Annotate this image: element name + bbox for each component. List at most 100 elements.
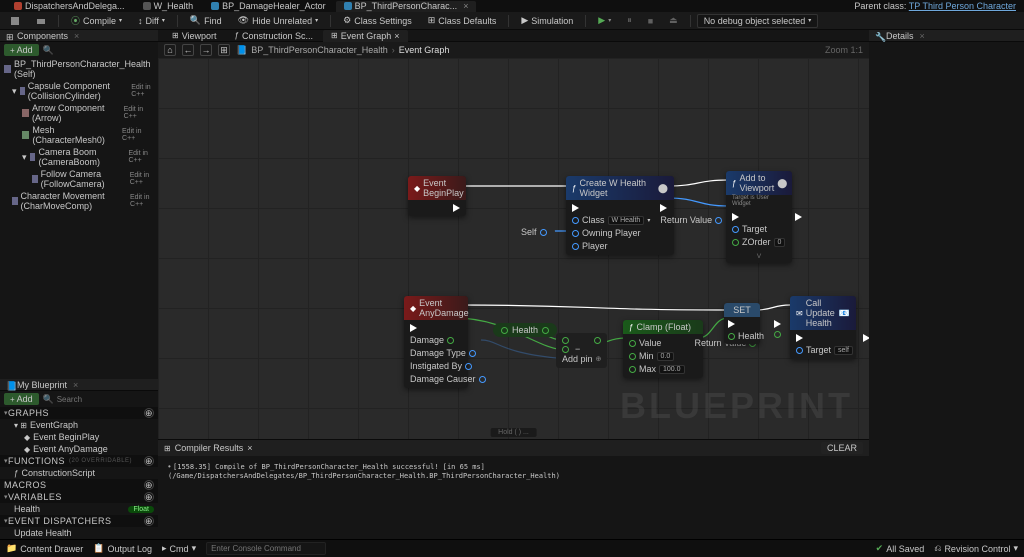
section-graphs[interactable]: ▾ GRAPHS⊕ [0,407,158,419]
breakpoint-icon[interactable]: ⬤ [658,183,668,194]
node-add-to-viewport[interactable]: ƒ Add to Viewport⬤ Target is User Widget… [726,171,792,263]
node-subtract[interactable]: − Add pin ⊕ [556,333,607,368]
find-button[interactable]: 🔍Find [184,13,228,28]
node-self-ref[interactable]: Self [513,225,555,239]
add-macro-button[interactable]: ⊕ [144,480,154,490]
compiler-results-panel: ⊞ Compiler Results× CLEAR • [1558.35] Co… [158,439,869,539]
details-panel-tab[interactable]: 🔧Details× [869,30,1024,42]
close-icon[interactable]: × [920,31,925,41]
constructionscript-row[interactable]: ƒ ConstructionScript [0,467,158,479]
add-function-button[interactable]: ⊕ [144,456,154,466]
parent-class-label: Parent class: TP Third Person Character [854,1,1016,11]
component-row[interactable]: Arrow Component (Arrow)Edit in C++ [0,102,158,124]
nav-fwd-button[interactable]: → [200,44,212,56]
section-macros[interactable]: MACROS⊕ [0,479,158,491]
search-icon: 🔍 [43,45,53,55]
node-event-anydamage[interactable]: ◆ Event AnyDamage Damage Damage Type Ins… [404,296,468,388]
file-tab[interactable]: BP_ThirdPersonCharac... × [336,1,477,12]
expand-icon[interactable]: ˅ [726,251,792,263]
node-create-widget[interactable]: ƒ Create W Health Widget⬤ ClassW Health▾… [566,176,674,255]
eventgraph-row[interactable]: ▾ ⊞ EventGraph [0,419,158,431]
node-event-beginplay[interactable]: ◆ Event BeginPlay [408,176,466,216]
myblueprint-panel-tab[interactable]: 📘My Blueprint× [0,379,158,391]
file-tab[interactable]: BP_DamageHealer_Actor [203,1,334,12]
myblueprint-search-input[interactable] [57,395,167,404]
graph-subtabs: ⊞ Viewport ƒ Construction Sc... ⊞ Event … [158,30,869,42]
nav-icon[interactable]: ⊞ [218,44,230,56]
class-defaults-button[interactable]: ⊞Class Defaults [422,13,503,28]
component-row[interactable]: Mesh (CharacterMesh0)Edit in C++ [0,124,158,146]
diff-button[interactable]: ↕Diff▾ [132,14,171,28]
component-row[interactable]: BP_ThirdPersonCharacter_Health (Self) [0,58,158,80]
eventgraph-tab[interactable]: ⊞ Event Graph× [323,30,408,42]
pause-button[interactable]: ⏸ [621,13,638,28]
clear-button[interactable]: CLEAR [821,442,863,454]
close-icon[interactable]: × [394,31,399,41]
class-settings-button[interactable]: ⚙Class Settings [337,13,418,28]
parent-class-link[interactable]: TP Third Person Character [909,1,1016,11]
variable-health-row[interactable]: HealthFloat [0,503,158,515]
compiler-results-tab[interactable]: ⊞ Compiler Results× CLEAR [158,440,869,456]
add-graph-button[interactable]: ⊕ [144,408,154,418]
eject-button[interactable]: ⏏ [663,13,684,28]
section-functions[interactable]: ▾ FUNCTIONS(20 OVERRIDABLE)⊕ [0,455,158,467]
all-saved-indicator[interactable]: ✔ All Saved [876,543,925,554]
play-button[interactable]: ▶▾ [592,13,617,28]
components-panel-tab[interactable]: ⊞Components× [0,30,158,42]
add-variable-button[interactable]: ⊕ [144,492,154,502]
graph-canvas[interactable]: ◆ Event BeginPlay ƒ Create W Health Widg… [158,58,869,439]
stop-button[interactable]: ■ [642,14,659,28]
cmd-button[interactable]: ▸ Cmd ▾ [162,543,196,554]
node-call-update-health[interactable]: ✉ Call Update Health📧 Targetself [790,296,856,359]
variable-type-pill[interactable]: Float [128,506,154,513]
canvas-hint: Hold ( ) ... [490,428,537,437]
component-row[interactable]: Character Movement (CharMoveComp)Edit in… [0,190,158,212]
revision-control-button[interactable]: ⎌ Revision Control ▾ [934,543,1018,554]
add-component-button[interactable]: + Add [4,44,39,56]
event-anydamage-row[interactable]: ◆ Event AnyDamage [0,443,158,455]
components-search-input[interactable] [57,46,167,55]
close-icon[interactable]: × [73,380,78,390]
content-drawer-button[interactable]: 📁 Content Drawer [6,543,83,554]
construction-tab[interactable]: ƒ Construction Sc... [227,30,321,42]
graph-breadcrumb: ⌂ ← → ⊞ 📘 BP_ThirdPersonCharacter_Health… [158,42,869,58]
hide-unrelated-button[interactable]: 👁Hide Unrelated▾ [232,13,325,28]
event-beginplay-row[interactable]: ◆ Event BeginPlay [0,431,158,443]
node-set-variable[interactable]: SET Health [724,303,760,344]
viewport-tab[interactable]: ⊞ Viewport [164,30,225,42]
status-bar: 📁 Content Drawer 📋 Output Log ▸ Cmd ▾ ✔ … [0,539,1024,557]
add-dispatcher-button[interactable]: ⊕ [144,516,154,526]
node-variable-health[interactable]: Health [493,323,557,337]
file-tab[interactable]: DispatchersAndDelega... [6,1,133,12]
nav-back-button[interactable]: ← [182,44,194,56]
output-log-button[interactable]: 📋 Output Log [93,543,152,554]
component-row[interactable]: ▾Capsule Component (CollisionCylinder)Ed… [0,80,158,102]
file-tab[interactable]: W_Health [135,1,202,12]
breadcrumb-root[interactable]: BP_ThirdPersonCharacter_Health [251,45,388,55]
close-icon[interactable]: × [74,31,79,41]
browse-icon[interactable] [30,14,52,28]
tab-label: DispatchersAndDelega... [25,1,125,11]
save-icon[interactable] [4,14,26,28]
console-input[interactable] [206,542,326,555]
tab-label: W_Health [154,1,194,11]
dispatcher-row[interactable]: Update Health [0,527,158,539]
component-row[interactable]: ▾Camera Boom (CameraBoom)Edit in C++ [0,146,158,168]
toolbar: ⦿Compile▾ ↕Diff▾ 🔍Find 👁Hide Unrelated▾ … [0,12,1024,30]
blueprint-watermark: BLUEPRINT [620,385,853,427]
nav-home-button[interactable]: ⌂ [164,44,176,56]
compile-button[interactable]: ⦿Compile▾ [65,12,128,29]
section-variables[interactable]: ▾ VARIABLES⊕ [0,491,158,503]
breakpoint-icon[interactable]: ⬤ [777,178,787,189]
close-icon[interactable]: × [463,1,468,11]
debug-object-dropdown[interactable]: No debug object selected▾ [697,14,819,28]
close-icon[interactable]: × [247,443,252,453]
component-row[interactable]: Follow Camera (FollowCamera)Edit in C++ [0,168,158,190]
breadcrumb-leaf[interactable]: Event Graph [399,45,450,55]
simulation-button[interactable]: ▶Simulation [515,13,579,28]
add-blueprint-item-button[interactable]: + Add [4,393,39,405]
node-clamp-float[interactable]: ƒ Clamp (Float) Value Min0.0 Max100.0 Re… [623,320,703,378]
section-dispatchers[interactable]: ▾ EVENT DISPATCHERS⊕ [0,515,158,527]
tab-label: BP_ThirdPersonCharac... [355,1,458,11]
zoom-label: Zoom 1:1 [825,45,863,55]
